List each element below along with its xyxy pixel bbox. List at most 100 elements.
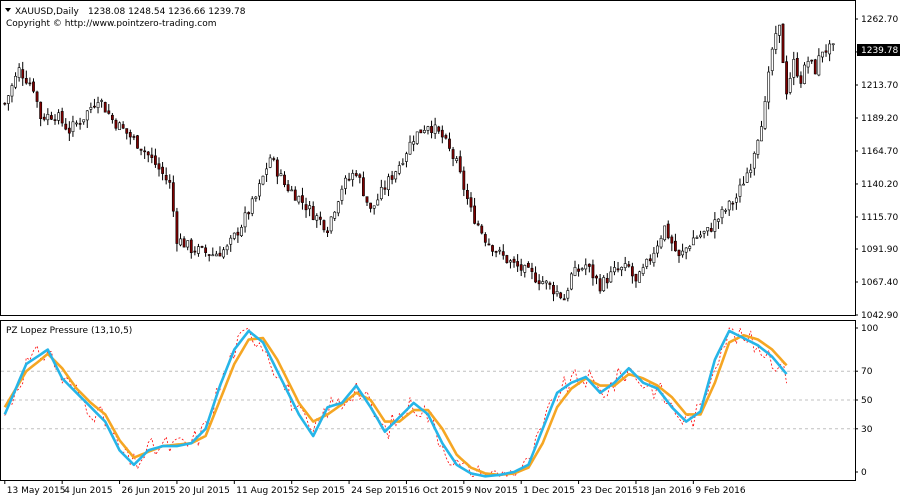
candle-body <box>143 150 147 153</box>
candle-body <box>810 59 814 62</box>
candle-body <box>458 156 462 173</box>
price-axis-tick-label: 1042.90 <box>861 311 898 321</box>
candle-body <box>530 267 534 272</box>
candle-body <box>509 260 512 263</box>
candle-body <box>258 183 261 197</box>
candle-body <box>516 261 520 267</box>
candle-body <box>785 61 788 95</box>
candle <box>602 275 606 292</box>
candle-body <box>494 251 498 253</box>
candle-body <box>566 290 570 299</box>
candle <box>663 225 667 242</box>
candle-body <box>652 252 656 263</box>
candle-body <box>763 101 767 129</box>
ohlc-values: 1238.08 1248.54 1236.66 1239.78 <box>88 7 246 17</box>
candle-body <box>781 23 785 64</box>
candle-body <box>473 205 476 224</box>
candle-body <box>559 292 563 299</box>
candle <box>505 254 509 264</box>
candle-body <box>369 202 372 209</box>
candle-body <box>444 135 448 139</box>
candle-body <box>595 275 598 279</box>
candle-body <box>483 234 487 243</box>
candle-body <box>118 122 121 131</box>
candle <box>419 129 423 134</box>
candle-body <box>774 33 778 50</box>
candle <box>570 272 573 291</box>
candle-body <box>301 195 304 203</box>
candle-body <box>641 267 645 274</box>
time-axis-tick-label: 13 May 2015 <box>7 486 66 496</box>
candle-body <box>505 255 509 264</box>
candle-body <box>623 263 627 268</box>
candle-body <box>21 69 25 79</box>
copyright-text: Copyright © http://www.pointzero-trading… <box>6 19 216 29</box>
candle-body <box>197 246 200 254</box>
candle-body <box>792 58 796 78</box>
candle-body <box>85 110 89 121</box>
candle-body <box>39 101 43 120</box>
candle-body <box>236 231 240 236</box>
candle-body <box>476 223 480 226</box>
candle-body <box>451 149 455 159</box>
candle-body <box>110 114 114 120</box>
candle-body <box>512 258 516 263</box>
candle-body <box>279 173 283 177</box>
candle-body <box>175 211 179 244</box>
candle-body <box>541 281 545 284</box>
candle-body <box>752 153 756 169</box>
candle-body <box>770 48 774 71</box>
candle-body <box>634 273 638 282</box>
candle-body <box>523 264 527 273</box>
candle-body <box>648 258 652 262</box>
candle-body <box>480 225 484 234</box>
candle-body <box>491 245 494 252</box>
candle-body <box>171 182 175 212</box>
candle-body <box>699 234 702 238</box>
candle-body <box>42 116 46 120</box>
candle-body <box>387 176 390 190</box>
candle-body <box>308 205 312 210</box>
candle-body <box>548 282 552 285</box>
candle-body <box>462 170 466 190</box>
indicator-axis-tick-label: 50 <box>861 396 873 406</box>
indicator-axis-tick-label: 70 <box>861 367 873 377</box>
candle-body <box>14 75 17 88</box>
candle-body <box>562 298 566 301</box>
indicator-axis-tick-label: 100 <box>861 324 878 334</box>
candle-body <box>283 174 286 185</box>
candle-body <box>128 132 132 138</box>
candle-body <box>659 237 663 248</box>
candle-body <box>605 278 609 284</box>
candle-body <box>57 112 60 121</box>
candle-body <box>666 223 670 239</box>
candle-body <box>351 173 355 180</box>
candle-body <box>254 196 258 199</box>
candle-body <box>100 100 104 102</box>
candle-body <box>677 249 681 257</box>
candle-body <box>304 204 308 211</box>
candle-body <box>803 64 806 84</box>
time-axis-tick-label: 26 Jun 2015 <box>122 486 176 496</box>
candle-body <box>727 200 731 211</box>
candle-body <box>526 263 530 268</box>
candle-body <box>537 280 541 285</box>
candle-body <box>433 124 437 134</box>
candle-body <box>498 249 502 252</box>
candle-body <box>293 189 297 201</box>
candle-body <box>717 218 720 222</box>
candle-body <box>638 271 641 283</box>
candle-body <box>272 158 276 160</box>
candle-body <box>225 245 229 251</box>
candle-body <box>71 121 75 132</box>
candle-body <box>333 211 337 219</box>
candle-body <box>89 107 93 110</box>
time-axis-tick-label: 1 Dec 2015 <box>523 486 575 496</box>
candle-body <box>412 141 416 145</box>
candle-body <box>329 216 333 232</box>
time-axis-tick-label: 18 Jan 2016 <box>638 486 692 496</box>
candle-body <box>268 157 272 168</box>
candle-body <box>146 151 150 156</box>
candle-body <box>240 227 243 237</box>
candle-body <box>32 81 35 92</box>
